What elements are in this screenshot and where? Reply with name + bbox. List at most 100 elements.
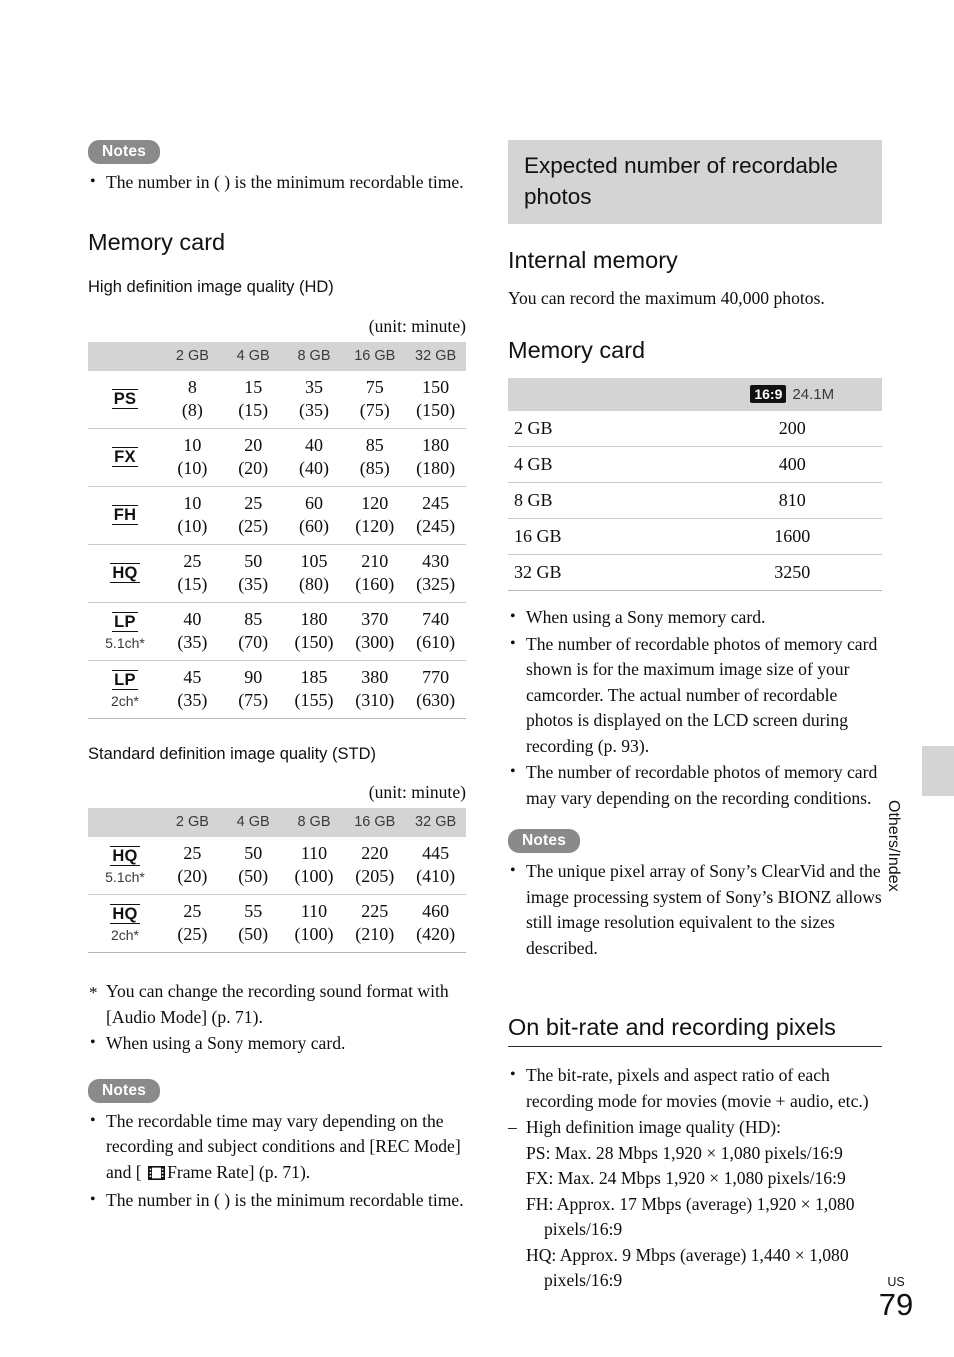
table-row: FX 10 (10) 20 (20) 40 (40) 85 (85) 180 (180) [88,428,466,487]
heading-internal-memory: Internal memory [508,247,678,273]
recording-mode-icon: HQ [110,904,140,925]
table-cell: 25 (25) [162,894,223,954]
mode-cell: PS [88,370,162,429]
std-unit-label: (unit: minute) [368,782,466,803]
max-time-value: 55 [244,901,263,922]
hd-col-2gb: 2 GB [162,341,223,371]
max-time-value: 45 [183,666,202,687]
photo-count-value: 3250 [702,554,882,592]
min-time-value: (20) [238,457,269,478]
table-cell: 40 (35) [162,602,223,661]
min-time-value: (25) [177,924,208,945]
table-cell: 220 (205) [344,837,406,896]
max-time-value: 25 [183,843,202,864]
image-size-label: 24.1M [792,385,835,403]
min-time-value: (150) [294,631,334,652]
table-cell: 245 (245) [405,486,466,545]
recording-mode-icon: HQ [110,563,140,584]
min-time-value: (75) [359,399,390,420]
table-cell: 90 (75) [222,660,284,719]
max-time-value: 10 [183,434,202,455]
min-time-value: (205) [355,866,395,887]
max-time-value: 60 [304,492,323,513]
bitrate-sub-lines: High definition image quality (HD):PS: M… [508,1115,882,1294]
table-row: HQ 25 (15) 50 (35) 105 (80) 210 (160) 430 (325) [88,544,466,603]
notes-badge: Notes [88,140,161,165]
table-cell: 10 (10) [162,428,223,487]
table-cell: 15 (15) [222,370,284,429]
min-time-value: (35) [177,631,208,652]
table-row: PS 8 (8) 15 (15) 35 (35) 75 (75) 150 (150) [88,370,466,429]
manual-page: Notes The number in ( ) is the minimum r… [0,0,954,1357]
max-time-value: 85 [365,434,384,455]
max-time-value: 220 [361,843,389,864]
min-time-value: (325) [416,573,456,594]
std-col-8gb: 8 GB [283,808,345,838]
audio-channel-label: 2ch* [110,927,140,944]
right-notes-list: The unique pixel array of Sony’s ClearVi… [508,858,882,961]
notes-badge: Notes [88,1078,161,1103]
table-cell: 120 (120) [344,486,406,545]
table-cell: 445 (410) [405,837,466,896]
max-time-value: 460 [422,901,450,922]
bitrate-mode-line: pixels/16:9 [544,1270,623,1291]
std-col-32gb: 32 GB [405,808,466,838]
mode-cell: HQ 2ch* [88,894,162,954]
max-time-value: 770 [422,666,450,687]
memory-card-bullet-list: When using a Sony memory card.The number… [508,604,882,811]
table-cell: 85 (70) [222,602,284,661]
photo-count-value: 200 [702,411,882,448]
max-time-value: 50 [244,843,263,864]
bottom-notes-block: Notes The recordable time may vary depen… [88,1078,466,1214]
std-col-2gb: 2 GB [162,808,223,838]
bitrate-mode-line: PS: Max. 28 Mbps 1,920 × 1,080 pixels/16… [526,1142,843,1163]
photo-count-value: 810 [702,482,882,520]
recording-mode-icon: FH [111,505,139,526]
max-time-value: 185 [300,666,328,687]
right-notes-block: Notes The unique pixel array of Sony’s C… [508,829,882,961]
table-cell: 225 (210) [344,894,406,954]
table-cell: 50 (50) [222,837,284,896]
table-cell: 150 (150) [405,370,466,429]
min-time-value: (80) [298,573,329,594]
max-time-value: 35 [304,376,323,397]
hd-recording-time-table: 2 GB 4 GB 8 GB 16 GB 32 GB PS 8 (8) 15 (15) 3… [88,341,466,719]
table-row: LP 5.1ch* 40 (35) 85 (70) 180 (150) 370 (300) 740(… [88,602,466,661]
table-cell: 50 (35) [222,544,284,603]
page-number: 79 [878,1287,914,1322]
std-col-16gb: 16 GB [344,808,406,838]
min-time-value: (60) [298,515,329,536]
min-time-value: (15) [177,573,208,594]
min-time-value: (410) [416,866,456,887]
aspect-ratio-16-9-icon: 16:9 [750,385,787,404]
table-cell: 180 (180) [405,428,466,487]
table-cell: 210 (160) [344,544,406,603]
std-table-body: HQ 5.1ch* 25 (20) 50 (50) 110 (100) 220 (205) 445(… [88,837,466,954]
max-time-value: 380 [361,666,389,687]
internal-memory-body: You can record the maximum 40,000 photos… [508,288,825,309]
photos-table-head: 16:9 24.1M [508,377,882,412]
min-time-value: (15) [238,399,269,420]
capacity-label: 16 GB [508,518,703,556]
table-cell: 40 (40) [283,428,345,487]
table-cell: 35 (35) [283,370,345,429]
table-cell: 25 (25) [222,486,284,545]
hd-col-4gb: 4 GB [222,341,284,371]
table-row: HQ 2ch* 25 (25) 55 (50) 110 (100) 225 (210) 460 (42… [88,894,466,954]
capacity-label: 2 GB [508,411,703,448]
list-item: When using a Sony memory card. [508,604,882,631]
min-time-value: (70) [238,631,269,652]
page-title-memory-card: Memory card [88,228,226,255]
max-time-value: 8 [187,376,197,397]
hd-col-8gb: 8 GB [283,341,345,371]
min-time-value: (120) [355,515,395,536]
list-item: The bit-rate, pixels and aspect ratio of… [508,1062,882,1114]
table-row: HQ 5.1ch* 25 (20) 50 (50) 110 (100) 220 (205) 445(… [88,837,466,896]
recordable-photos-table: 16:9 24.1M 2 GB 200 4 GB 400 8 GB 810 16 GB 1600… [508,377,882,592]
page-footer: US 79 [866,1276,926,1322]
table-cell: 180 (150) [283,602,345,661]
min-time-value: (25) [238,515,269,536]
std-table-head: 2 GB 4 GB 8 GB 16 GB 32 GB [88,808,466,838]
capacity-label: 32 GB [508,554,703,592]
photos-col-imagesize: 16:9 24.1M [702,377,882,412]
